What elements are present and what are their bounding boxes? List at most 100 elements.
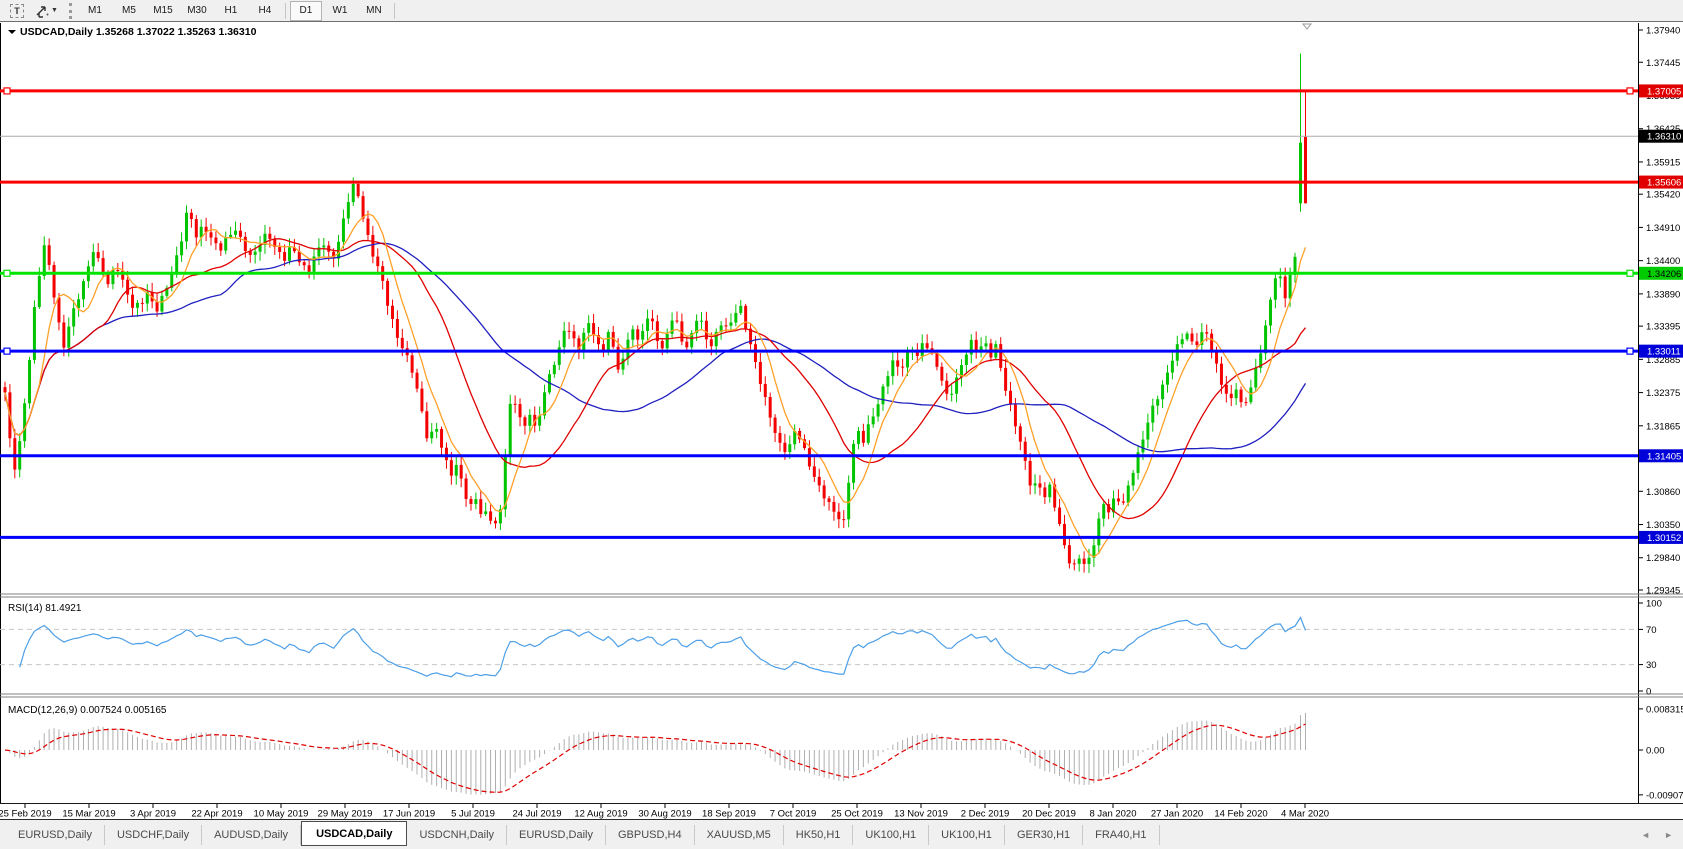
date-axis-label: 14 Feb 2020 <box>1214 809 1267 820</box>
candle-body <box>1151 406 1154 423</box>
timeframe-m5[interactable]: M5 <box>113 1 145 21</box>
chart-plot-area[interactable] <box>0 23 1638 593</box>
timeframe-d1[interactable]: D1 <box>290 1 322 21</box>
candle-body <box>1043 487 1046 497</box>
candle-body <box>1279 277 1282 279</box>
candle-body <box>788 444 791 452</box>
candle-body <box>631 329 634 339</box>
candle-body <box>214 238 217 244</box>
tab-usdchf-daily[interactable]: USDCHF,Daily <box>105 825 202 845</box>
candle-body <box>440 429 443 448</box>
tab-ger30-h1[interactable]: GER30,H1 <box>1005 825 1083 845</box>
candle-body <box>886 376 889 386</box>
candle-body <box>823 485 826 498</box>
candle-body <box>1269 300 1272 326</box>
price-axis-label: 1.35915 <box>1646 157 1680 168</box>
candle-body <box>92 252 95 266</box>
candle-body <box>484 511 487 514</box>
candle-body <box>675 321 678 322</box>
timeframe-h4[interactable]: H4 <box>249 1 281 21</box>
candle-body <box>1019 426 1022 441</box>
candle-body <box>229 235 232 237</box>
candle-body <box>116 270 119 271</box>
toolbar-separator <box>394 3 395 19</box>
candle-body <box>28 360 31 403</box>
tab-scroll-right-icon[interactable]: ► <box>1664 830 1673 840</box>
tab-xauusd-m5[interactable]: XAUUSD,M5 <box>695 825 784 845</box>
candle-body <box>308 265 311 271</box>
price-badge-label: 1.33011 <box>1647 347 1681 358</box>
cursor-tool-button[interactable]: ▼ <box>30 2 65 20</box>
rsi-axis-label: 70 <box>1646 625 1657 636</box>
timeframe-mn[interactable]: MN <box>358 1 390 21</box>
candle-body <box>126 280 129 295</box>
candle-body <box>685 342 688 348</box>
chevron-down-icon: ▼ <box>51 7 58 14</box>
candle-body <box>234 231 237 235</box>
line-handle[interactable] <box>1627 88 1633 94</box>
candle-body <box>1156 399 1159 405</box>
candle-body <box>425 411 428 438</box>
candle-body <box>867 424 870 443</box>
line-handle[interactable] <box>4 348 10 354</box>
candle-body <box>651 319 654 322</box>
timeframe-m15[interactable]: M15 <box>147 1 179 21</box>
candle-body <box>1191 334 1194 342</box>
line-handle[interactable] <box>1627 348 1633 354</box>
candle-body <box>268 234 271 239</box>
price-badge-label: 1.35606 <box>1647 178 1681 189</box>
candle-body <box>1225 385 1228 394</box>
candle-body <box>366 219 369 235</box>
line-handle[interactable] <box>4 88 10 94</box>
tab-scroll-left-icon[interactable]: ◄ <box>1641 830 1650 840</box>
tab-audusd-daily[interactable]: AUDUSD,Daily <box>202 825 301 845</box>
candle-body <box>396 319 399 338</box>
candle-body <box>1034 483 1037 485</box>
candle-body <box>357 184 360 196</box>
timeframe-m1[interactable]: M1 <box>79 1 111 21</box>
date-axis-label: 30 Aug 2019 <box>638 809 691 820</box>
chart-title-ohlc: USDCAD,Daily 1.35268 1.37022 1.35263 1.3… <box>20 26 257 38</box>
tab-fra40-h1[interactable]: FRA40,H1 <box>1083 825 1159 845</box>
tab-hk50-h1[interactable]: HK50,H1 <box>784 825 854 845</box>
candle-body <box>661 341 664 348</box>
candle-body <box>283 252 286 261</box>
candle-body <box>322 245 325 247</box>
candle-body <box>1048 485 1051 498</box>
line-handle[interactable] <box>4 270 10 276</box>
candle-body <box>156 301 159 311</box>
toolbar-grip-handle[interactable] <box>69 3 72 19</box>
candle-body <box>1141 440 1144 453</box>
candle-body <box>783 443 786 452</box>
date-axis-label: 10 May 2019 <box>254 809 309 820</box>
tab-usdcad-daily[interactable]: USDCAD,Daily <box>301 821 407 846</box>
candle-body <box>921 343 924 356</box>
tab-gbpusd-h4[interactable]: GBPUSD,H4 <box>606 825 695 845</box>
candle-body <box>1088 558 1091 564</box>
price-badge-label: 1.37005 <box>1647 86 1681 97</box>
candle-body <box>1161 385 1164 400</box>
tab-usdcnh-daily[interactable]: USDCNH,Daily <box>407 825 507 845</box>
price-axis-label: 1.33395 <box>1646 322 1680 333</box>
chart-area[interactable]: 1.379401.374451.369351.364251.359151.354… <box>0 22 1683 819</box>
text-label-tool-button[interactable]: T <box>4 2 30 20</box>
tab-eurusd-daily[interactable]: EURUSD,Daily <box>6 825 105 845</box>
date-axis-label: 13 Nov 2019 <box>894 809 948 820</box>
tab-eurusd-daily[interactable]: EURUSD,Daily <box>507 825 606 845</box>
candle-body <box>1068 545 1071 563</box>
timeframe-h1[interactable]: H1 <box>215 1 247 21</box>
candle-body <box>386 281 389 306</box>
timeframe-m30[interactable]: M30 <box>181 1 213 21</box>
timeframe-w1[interactable]: W1 <box>324 1 356 21</box>
candle-body <box>1058 508 1061 524</box>
line-handle[interactable] <box>1627 270 1633 276</box>
candle-body <box>303 262 306 265</box>
tab-uk100-h1[interactable]: UK100,H1 <box>853 825 929 845</box>
tab-uk100-h1[interactable]: UK100,H1 <box>929 825 1005 845</box>
candle-body <box>1146 423 1149 440</box>
candle-body <box>1024 442 1027 461</box>
top-toolbar: T ▼ M1M5M15M30H1H4 D1W1MN <box>0 0 1683 22</box>
candle-body <box>474 499 477 504</box>
chart-tab-bar: EURUSD,DailyUSDCHF,DailyAUDUSD,DailyUSDC… <box>0 819 1683 849</box>
candle-body <box>778 433 781 443</box>
